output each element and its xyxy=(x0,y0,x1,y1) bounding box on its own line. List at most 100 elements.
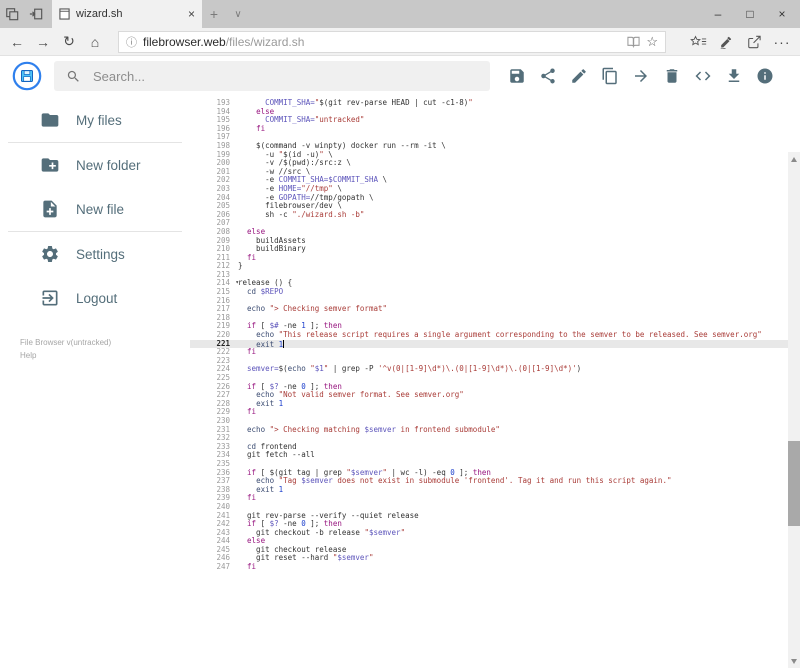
code-line[interactable]: 228 exit 1 xyxy=(190,399,800,409)
new-tab-button[interactable]: + xyxy=(202,0,226,28)
refresh-icon[interactable]: ↻ xyxy=(56,30,82,54)
url-path: /files/wizard.sh xyxy=(225,34,305,49)
page-scrollbar[interactable] xyxy=(788,152,800,668)
code-line[interactable]: 246 git reset --hard "$semver" xyxy=(190,554,800,563)
address-bar[interactable]: ⓘ filebrowser.web/files/wizard.sh ☆ xyxy=(118,30,666,53)
file-toolbar xyxy=(508,67,774,85)
code-text: fi xyxy=(247,347,257,357)
code-line[interactable]: 220 echo "This release script requires a… xyxy=(190,330,800,340)
sidebar-item-label: Settings xyxy=(76,246,125,262)
sidebar-item-settings[interactable]: Settings xyxy=(0,232,190,276)
code-line[interactable]: 239 fi xyxy=(190,494,800,503)
code-line[interactable]: 247 fi xyxy=(190,562,800,572)
code-line[interactable]: 231 echo "> Checking matching $semver in… xyxy=(190,424,800,435)
code-line[interactable]: 196 fi xyxy=(190,124,800,134)
text-cursor xyxy=(283,339,285,348)
sidebar-footer: File Browser v(untracked) Help xyxy=(20,336,111,362)
code-line[interactable]: 206 sh -c "./wizard.sh -b" xyxy=(190,209,800,220)
code-button[interactable] xyxy=(694,67,712,85)
code-editor[interactable]: 193 COMMIT_SHA="$(git rev-parse HEAD | c… xyxy=(190,96,800,572)
browser-window: wizard.sh × + ∨ – □ × ← → ↻ ⌂ ⓘ filebrow… xyxy=(0,0,800,668)
search-box[interactable] xyxy=(54,61,490,91)
code-line[interactable]: 222 fi xyxy=(190,347,800,357)
tab-title: wizard.sh xyxy=(76,8,123,20)
sidebar-item-my-files[interactable]: My files xyxy=(0,98,190,142)
folder-plus-icon xyxy=(40,155,60,175)
copy-button[interactable] xyxy=(601,67,619,85)
code-line[interactable]: 234 git fetch --all xyxy=(190,451,800,460)
code-line[interactable]: 217 echo "> Checking semver format" xyxy=(190,304,800,314)
scrollbar-thumb[interactable] xyxy=(788,441,800,526)
line-number: 247 xyxy=(216,562,230,572)
gear-icon xyxy=(40,244,60,264)
sidebar-item-label: My files xyxy=(76,112,122,128)
search-input[interactable] xyxy=(91,67,478,85)
code-line[interactable]: 221 exit 1 xyxy=(190,339,800,348)
hub-favorites-icon[interactable] xyxy=(684,30,712,54)
web-note-pen-icon[interactable] xyxy=(712,30,740,54)
save-button[interactable] xyxy=(508,67,526,85)
minimize-button[interactable]: – xyxy=(702,0,734,28)
code-text: echo "> Checking semver format" xyxy=(247,304,388,314)
code-line[interactable]: 224 semver=$(echo "$1" | grep -P '^v(0|[… xyxy=(190,365,800,374)
code-text: echo "This release script requires a sin… xyxy=(256,330,762,340)
page-icon xyxy=(59,8,70,20)
sidebar-item-label: Logout xyxy=(76,290,118,306)
code-text: cd $REPO xyxy=(247,287,284,297)
share-page-icon[interactable] xyxy=(740,30,768,54)
share-button[interactable] xyxy=(539,67,557,85)
code-text: sh -c "./wizard.sh -b" xyxy=(238,209,365,219)
info-button[interactable] xyxy=(756,67,774,85)
code-line[interactable]: 211 fi xyxy=(190,252,800,263)
code-text: fi xyxy=(247,407,257,417)
code-line[interactable]: 238 exit 1 xyxy=(190,485,800,495)
code-line[interactable]: 193 COMMIT_SHA="$(git rev-parse HEAD | c… xyxy=(190,98,800,108)
scroll-up-arrow-icon[interactable] xyxy=(788,152,800,166)
url-host: filebrowser.web xyxy=(143,34,226,49)
code-text: } xyxy=(238,261,243,271)
code-text: git fetch --all xyxy=(238,450,315,460)
move-button[interactable] xyxy=(632,67,650,85)
code-text: fi xyxy=(247,252,257,262)
back-icon[interactable]: ← xyxy=(4,30,30,54)
logout-icon xyxy=(40,288,60,308)
edit-button[interactable] xyxy=(570,67,588,85)
browser-tab[interactable]: wizard.sh × xyxy=(52,0,202,28)
filebrowser-logo[interactable] xyxy=(12,61,42,91)
favorite-star-icon[interactable]: ☆ xyxy=(646,34,658,50)
set-tabs-aside-icon[interactable] xyxy=(24,0,48,28)
close-button[interactable]: × xyxy=(766,0,798,28)
code-line[interactable]: 212} xyxy=(190,261,800,271)
code-line[interactable]: 195 COMMIT_SHA="untracked" xyxy=(190,115,800,125)
code-line[interactable]: 207 xyxy=(190,219,800,228)
code-line[interactable]: 210 buildBinary xyxy=(190,244,800,254)
code-line[interactable]: 215 cd $REPO xyxy=(190,287,800,297)
tab-list-chevron-icon[interactable]: ∨ xyxy=(226,0,250,28)
delete-button[interactable] xyxy=(663,67,681,85)
filebrowser-header xyxy=(0,56,800,96)
tab-preview-icon[interactable] xyxy=(0,0,24,28)
browser-nav-bar: ← → ↻ ⌂ ⓘ filebrowser.web/files/wizard.s… xyxy=(0,28,800,56)
sidebar-item-label: New file xyxy=(76,201,125,217)
home-icon[interactable]: ⌂ xyxy=(82,30,108,54)
fold-marker-icon[interactable]: ▾ xyxy=(235,279,239,288)
forward-icon[interactable]: → xyxy=(30,30,56,54)
tab-close-icon[interactable]: × xyxy=(188,7,195,21)
reading-view-icon[interactable] xyxy=(627,35,640,48)
maximize-button[interactable]: □ xyxy=(734,0,766,28)
sidebar-item-label: New folder xyxy=(76,157,141,173)
more-menu-icon[interactable]: ··· xyxy=(768,30,796,54)
help-link[interactable]: Help xyxy=(20,349,111,362)
scroll-down-arrow-icon[interactable] xyxy=(788,654,800,668)
download-button[interactable] xyxy=(725,67,743,85)
folder-icon xyxy=(40,110,60,130)
url-text: filebrowser.web/files/wizard.sh xyxy=(143,35,304,49)
site-info-icon[interactable]: ⓘ xyxy=(126,34,137,50)
code-text: echo "> Checking matching $semver in fro… xyxy=(247,424,500,434)
sidebar: My files New folder New file Settings Lo… xyxy=(0,96,190,572)
code-line[interactable]: 229 fi xyxy=(190,408,800,417)
code-line[interactable]: 243 git checkout -b release "$semver" xyxy=(190,528,800,538)
sidebar-item-new-file[interactable]: New file xyxy=(0,187,190,231)
sidebar-item-new-folder[interactable]: New folder xyxy=(0,143,190,187)
sidebar-item-logout[interactable]: Logout xyxy=(0,276,190,320)
